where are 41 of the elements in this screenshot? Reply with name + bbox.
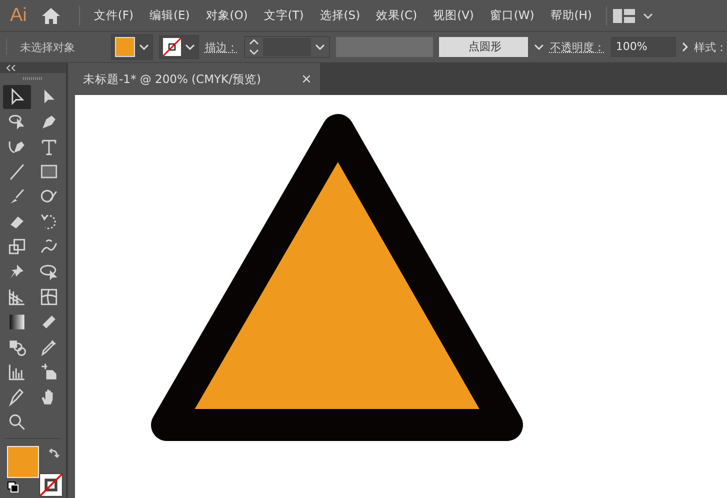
menu-item[interactable]: 效果(C) bbox=[368, 8, 426, 23]
close-tab-button[interactable]: × bbox=[300, 72, 312, 86]
menu-item[interactable]: 视图(V) bbox=[425, 8, 482, 23]
selection-status: 未选择对象 bbox=[20, 40, 75, 54]
grip-icon bbox=[23, 77, 43, 80]
opacity-field[interactable]: 100% bbox=[610, 37, 676, 57]
stroke-weight-field[interactable] bbox=[244, 36, 330, 58]
brush-profile-dropdown[interactable]: 点圆形 bbox=[438, 37, 528, 57]
home-icon[interactable] bbox=[40, 6, 61, 24]
stroke-none-swatch-icon[interactable] bbox=[39, 472, 63, 497]
default-colors-icon[interactable] bbox=[7, 480, 19, 493]
menu-item[interactable]: 窗口(W) bbox=[482, 8, 542, 23]
stepper-arrows-icon[interactable] bbox=[248, 37, 259, 57]
fill-color-dropdown[interactable] bbox=[110, 34, 153, 60]
collapse-icon[interactable] bbox=[6, 64, 16, 71]
variable-width-field[interactable] bbox=[336, 37, 433, 57]
grip-icon bbox=[5, 38, 8, 56]
menu-item[interactable]: 对象(O) bbox=[198, 8, 256, 23]
chevron-down-icon[interactable] bbox=[314, 44, 325, 50]
app-logo: Ai bbox=[10, 4, 27, 26]
swap-arrows-icon[interactable] bbox=[48, 446, 60, 459]
stroke-label[interactable]: 描边： bbox=[204, 40, 238, 54]
style-label: 样式： bbox=[694, 40, 727, 54]
opacity-label[interactable]: 不透明度： bbox=[550, 40, 605, 54]
chevron-right-icon[interactable] bbox=[682, 42, 688, 52]
chevron-down-icon bbox=[184, 44, 195, 50]
chevron-down-icon[interactable] bbox=[642, 12, 653, 18]
menu-item[interactable]: 选择(S) bbox=[312, 8, 368, 23]
no-stroke-swatch-icon bbox=[162, 38, 181, 56]
menu-item[interactable]: 编辑(E) bbox=[142, 8, 198, 23]
stroke-color-dropdown[interactable] bbox=[158, 35, 199, 59]
menu-item[interactable]: 帮助(H) bbox=[542, 8, 600, 23]
document-title: 未标题-1* @ 200% (CMYK/预览) bbox=[83, 72, 261, 86]
chevron-down-icon[interactable] bbox=[534, 44, 544, 50]
menu-item[interactable]: 文件(F) bbox=[86, 8, 142, 23]
fill-swatch bbox=[114, 37, 135, 57]
chevron-down-icon bbox=[138, 44, 149, 50]
workspace-layout-icon[interactable] bbox=[612, 8, 635, 22]
menu-item[interactable]: 文字(T) bbox=[256, 8, 312, 23]
document-tab[interactable]: 未标题-1* @ 200% (CMYK/预览) × bbox=[75, 63, 320, 95]
fill-color-swatch[interactable] bbox=[7, 446, 39, 478]
